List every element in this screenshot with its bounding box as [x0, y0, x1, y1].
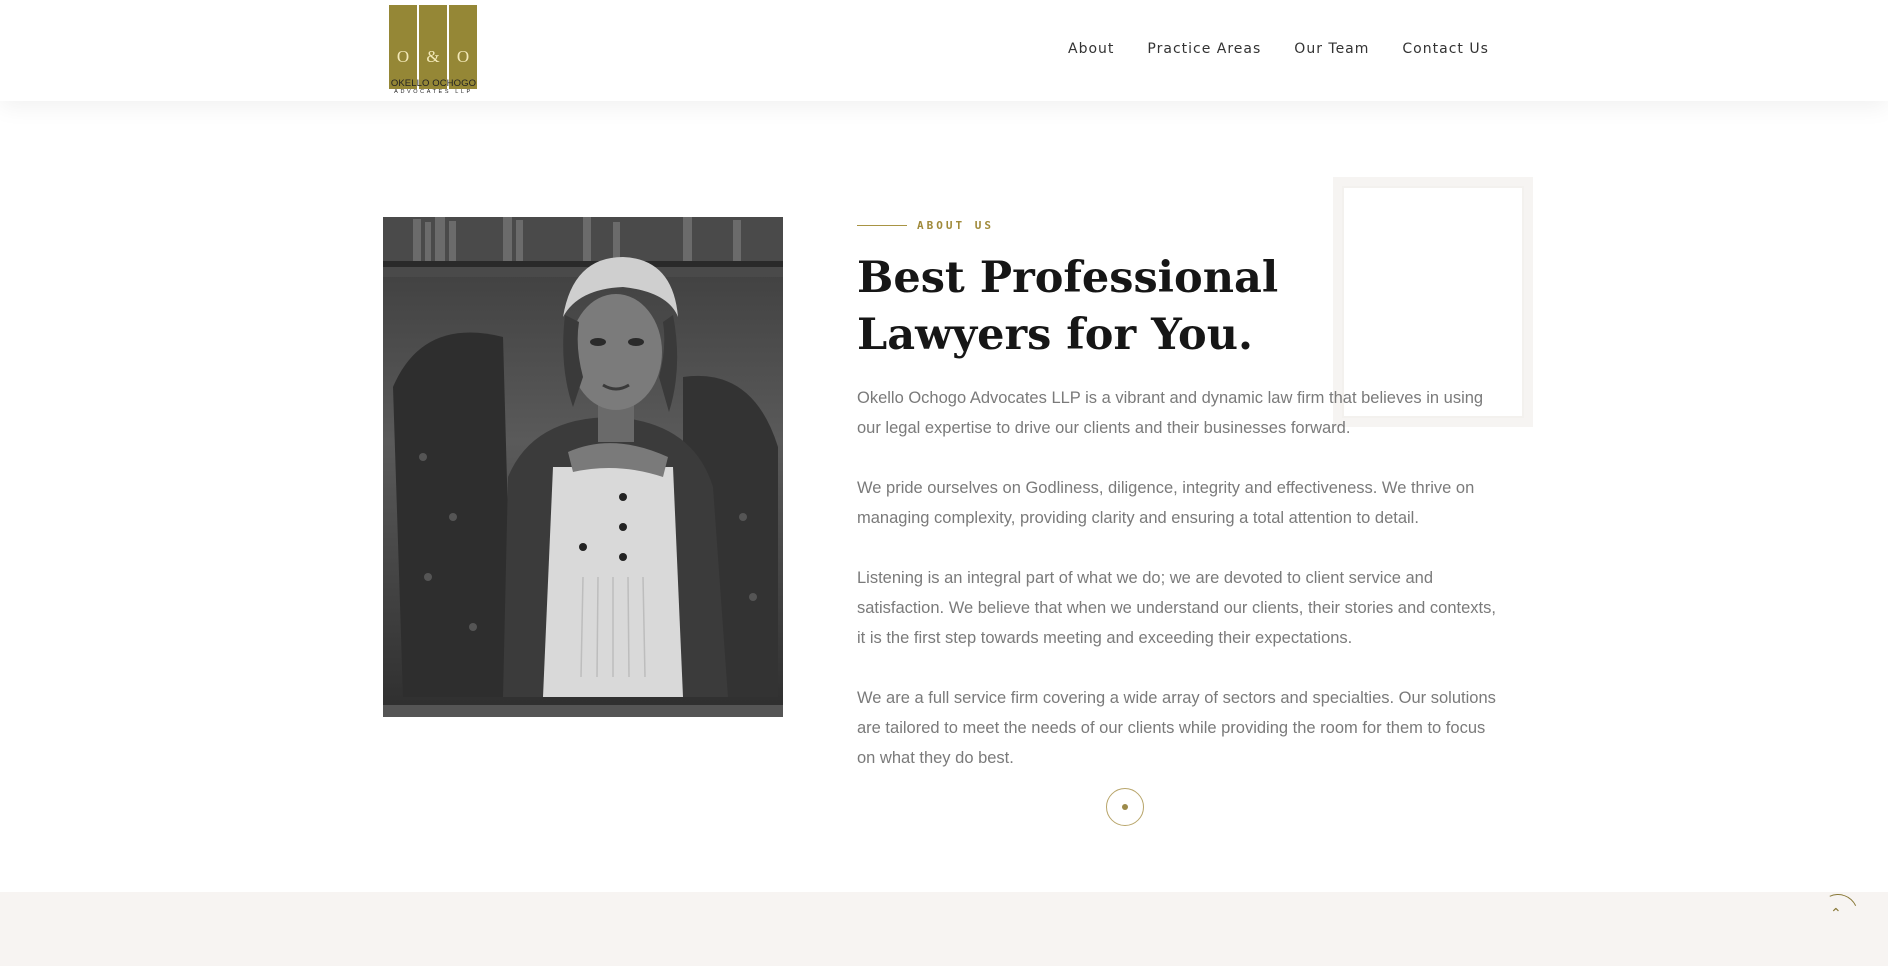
eyebrow-label: ABOUT US	[917, 219, 994, 232]
nav-link-contact-us[interactable]: Contact Us	[1402, 41, 1488, 57]
headline-line-2: Lawyers for You.	[857, 310, 1253, 360]
footer-band	[0, 892, 1888, 966]
about-paragraph-2: We pride ourselves on Godliness, diligen…	[857, 479, 1475, 527]
scroll-to-top-button[interactable]: ⌃	[1812, 888, 1864, 940]
slider-dot-button[interactable]	[1106, 788, 1144, 826]
eyebrow-line	[857, 225, 907, 226]
logo-letter-2: &	[426, 47, 440, 66]
lawyer-portrait-photo	[383, 217, 783, 717]
about-paragraph-1: Okello Ochogo Advocates LLP is a vibrant…	[857, 389, 1484, 437]
about-paragraph-4: We are a full service firm covering a wi…	[857, 689, 1496, 767]
section-headline: Best Professional Lawyers for You.	[857, 250, 1377, 364]
firm-logo[interactable]: O & O OKELLO OCHOGO ADVOCATES LLP	[388, 5, 479, 97]
logo-name: OKELLO OCHOGO	[390, 78, 477, 89]
logo-bars: O & O	[389, 5, 478, 89]
logo-letter-3: O	[456, 47, 470, 66]
portrait-illustration	[383, 217, 783, 717]
headline-line-1: Best Professional	[857, 253, 1279, 303]
logo-letter-1: O	[396, 47, 410, 66]
logo-subtitle: ADVOCATES LLP	[394, 89, 473, 95]
chevron-up-icon: ⌃	[1830, 906, 1842, 922]
nav-link-our-team[interactable]: Our Team	[1294, 41, 1369, 57]
about-paragraph-3: Listening is an integral part of what we…	[857, 569, 1496, 647]
section-eyebrow: ABOUT US	[857, 219, 994, 232]
nav-link-practice-areas[interactable]: Practice Areas	[1147, 41, 1261, 57]
nav-link-about[interactable]: About	[1068, 41, 1114, 57]
site-header: O & O OKELLO OCHOGO ADVOCATES LLP About …	[0, 0, 1888, 101]
main-nav: About Practice Areas Our Team Contact Us	[1068, 41, 1522, 57]
